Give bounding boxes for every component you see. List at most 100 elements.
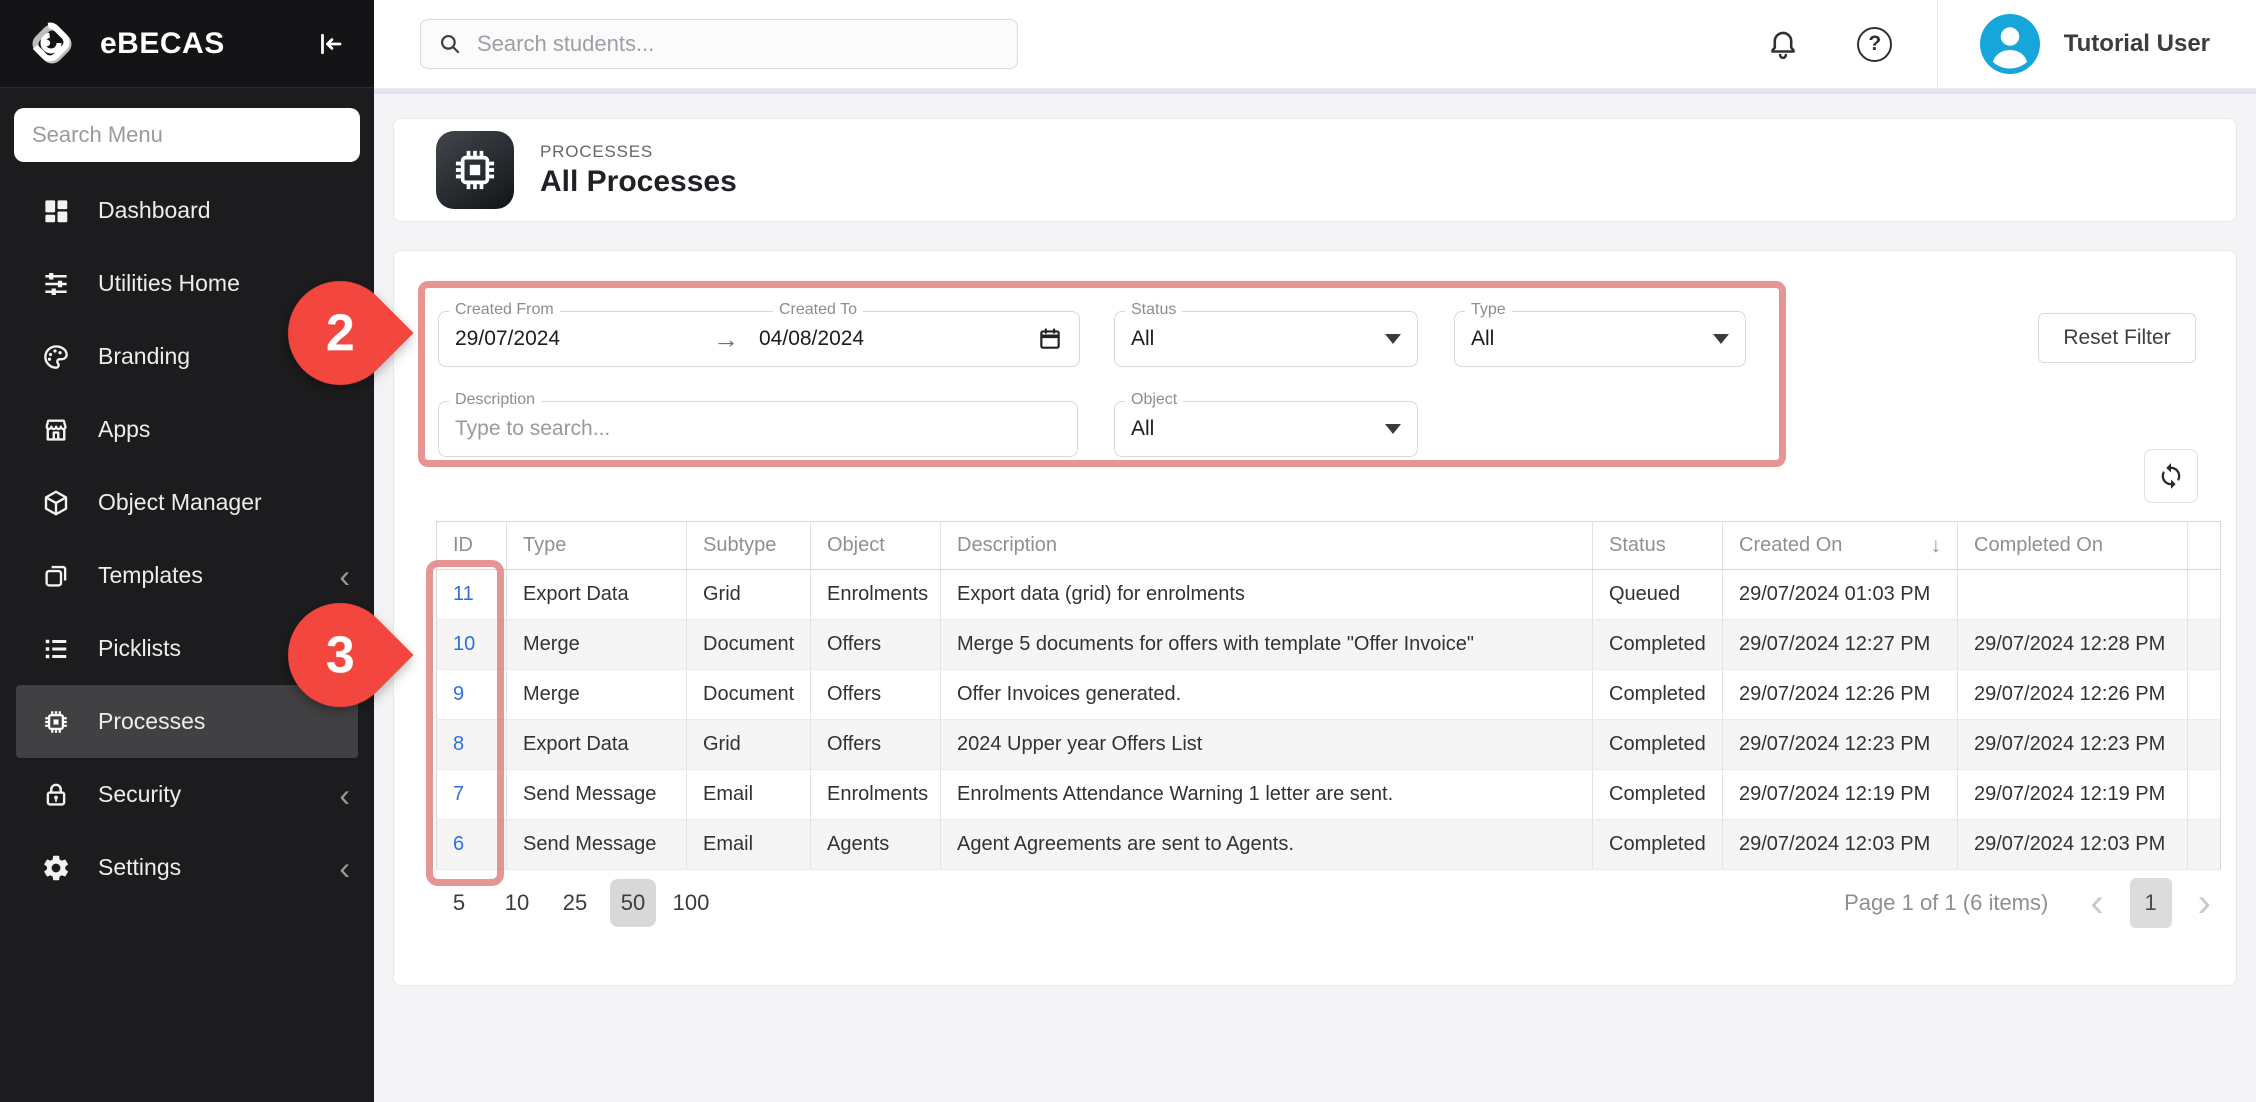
next-page-button[interactable]: › (2190, 883, 2219, 923)
sidebar-item-label: Branding (98, 343, 190, 370)
column-header-object[interactable]: Object (811, 522, 941, 570)
cell-subtype: Email (687, 770, 811, 820)
sidebar-item-templates[interactable]: Templates ‹ (0, 539, 374, 612)
description-filter-field[interactable]: Description (438, 401, 1078, 457)
page-size-10[interactable]: 10 (494, 879, 540, 927)
storefront-icon (40, 414, 72, 446)
sidebar-item-processes[interactable]: Processes (16, 685, 358, 758)
cell-status: Completed (1593, 820, 1723, 870)
process-id-link[interactable]: 10 (453, 633, 475, 655)
column-header-description[interactable]: Description (941, 522, 1593, 570)
menu-search-input[interactable] (14, 108, 360, 162)
chevron-down-icon (1385, 424, 1401, 434)
process-id-link[interactable]: 8 (453, 733, 464, 755)
reset-filter-button[interactable]: Reset Filter (2038, 313, 2196, 363)
created-to-value[interactable]: 04/08/2024 (759, 327, 989, 351)
sidebar-item-label: Security (98, 781, 181, 808)
cell-id: 9 (437, 670, 507, 720)
cell-type: Send Message (507, 770, 687, 820)
sidebar-item-settings[interactable]: Settings ‹ (0, 831, 374, 904)
page-size-5[interactable]: 5 (436, 879, 482, 927)
cell-type: Send Message (507, 820, 687, 870)
process-id-link[interactable]: 11 (453, 583, 474, 605)
cell-type: Export Data (507, 720, 687, 770)
current-page-button[interactable]: 1 (2130, 878, 2172, 928)
sliders-icon (40, 268, 72, 300)
cell-description: 2024 Upper year Offers List (941, 720, 1593, 770)
cell-description: Agent Agreements are sent to Agents. (941, 820, 1593, 870)
page-size-selector: 5102550 100 (436, 879, 726, 927)
pagination-bar: 5102550100 Page 1 of 1 (6 items) ‹ 1 › (436, 873, 2219, 933)
process-id-link[interactable]: 6 (453, 833, 464, 855)
sidebar-item-object-manager[interactable]: Object Manager (0, 466, 374, 539)
object-label: Object (1125, 391, 1183, 409)
sidebar-item-label: Templates (98, 562, 203, 589)
calendar-icon[interactable] (1037, 326, 1063, 352)
sidebar-item-branding[interactable]: Branding (0, 320, 374, 393)
table-row: 9MergeDocumentOffersOffer Invoices gener… (437, 670, 2221, 720)
page-size-100[interactable]: 100 (668, 879, 714, 927)
cell-status: Completed (1593, 720, 1723, 770)
cell-id: 11 (437, 570, 507, 620)
sidebar-item-label: Apps (98, 416, 150, 443)
cell-completed-on: 29/07/2024 12:26 PM (1958, 670, 2188, 720)
cell-completed-on (1958, 570, 2188, 620)
cell-filler (2188, 620, 2221, 670)
section-eyebrow: PROCESSES (540, 142, 737, 162)
page-size-50[interactable]: 50 (610, 879, 656, 927)
cell-created-on: 29/07/2024 12:23 PM (1723, 720, 1958, 770)
cell-filler (2188, 570, 2221, 620)
sidebar-item-security[interactable]: Security ‹ (0, 758, 374, 831)
created-from-value[interactable]: 29/07/2024 (455, 327, 713, 351)
refresh-button[interactable] (2144, 449, 2198, 503)
cell-filler (2188, 670, 2221, 720)
cell-completed-on: 29/07/2024 12:19 PM (1958, 770, 2188, 820)
column-header-subtype[interactable]: Subtype (687, 522, 811, 570)
process-id-link[interactable]: 7 (453, 783, 464, 805)
column-header-status[interactable]: Status (1593, 522, 1723, 570)
created-date-range-field[interactable]: Created From Created To 29/07/2024 → 04/… (438, 311, 1080, 367)
sidebar-item-label: Object Manager (98, 489, 262, 516)
topbar-actions: ? Tutorial User (1757, 0, 2256, 88)
description-filter-input[interactable] (455, 417, 1061, 441)
cell-description: Offer Invoices generated. (941, 670, 1593, 720)
topbar: ? Tutorial User (374, 0, 2256, 88)
sidebar-header: eBECAS (0, 0, 374, 88)
cell-description: Enrolments Attendance Warning 1 letter a… (941, 770, 1593, 820)
cell-object: Offers (811, 670, 941, 720)
status-select[interactable]: Status All (1114, 311, 1418, 367)
process-id-link[interactable]: 9 (453, 683, 464, 705)
object-value: All (1131, 417, 1154, 441)
cell-subtype: Document (687, 620, 811, 670)
cell-created-on: 29/07/2024 01:03 PM (1723, 570, 1958, 620)
object-select[interactable]: Object All (1114, 401, 1418, 457)
column-header-type[interactable]: Type (507, 522, 687, 570)
user-menu[interactable]: Tutorial User (1938, 14, 2256, 74)
student-search-field[interactable] (420, 19, 1018, 69)
column-header-completed-on[interactable]: Completed On (1958, 522, 2188, 570)
page-size-25[interactable]: 25 (552, 879, 598, 927)
sidebar-item-label: Dashboard (98, 197, 211, 224)
column-header-filler (2188, 522, 2221, 570)
page-title: All Processes (540, 165, 737, 199)
sidebar-item-utilities-home[interactable]: Utilities Home (0, 247, 374, 320)
column-header-id[interactable]: ID (437, 522, 507, 570)
sidebar-item-apps[interactable]: Apps (0, 393, 374, 466)
processes-table: IDTypeSubtypeObjectDescriptionStatusCrea… (436, 521, 2221, 870)
type-select[interactable]: Type All (1454, 311, 1746, 367)
list-icon (40, 633, 72, 665)
notifications-bell-icon[interactable] (1757, 18, 1809, 70)
previous-page-button[interactable]: ‹ (2082, 883, 2111, 923)
sidebar-nav: Dashboard Utilities Home Branding (0, 174, 374, 904)
column-header-created-on[interactable]: Created On↓ (1723, 522, 1958, 570)
sidebar-collapse-icon[interactable] (312, 26, 348, 62)
table-row: 8Export DataGridOffers2024 Upper year Of… (437, 720, 2221, 770)
chevron-down-icon (1385, 334, 1401, 344)
help-icon[interactable]: ? (1849, 18, 1901, 70)
student-search-input[interactable] (477, 31, 1001, 57)
type-label: Type (1465, 301, 1512, 319)
status-value: All (1131, 327, 1154, 351)
sidebar-item-picklists[interactable]: Picklists (0, 612, 374, 685)
status-label: Status (1125, 301, 1182, 319)
sidebar-item-dashboard[interactable]: Dashboard (0, 174, 374, 247)
